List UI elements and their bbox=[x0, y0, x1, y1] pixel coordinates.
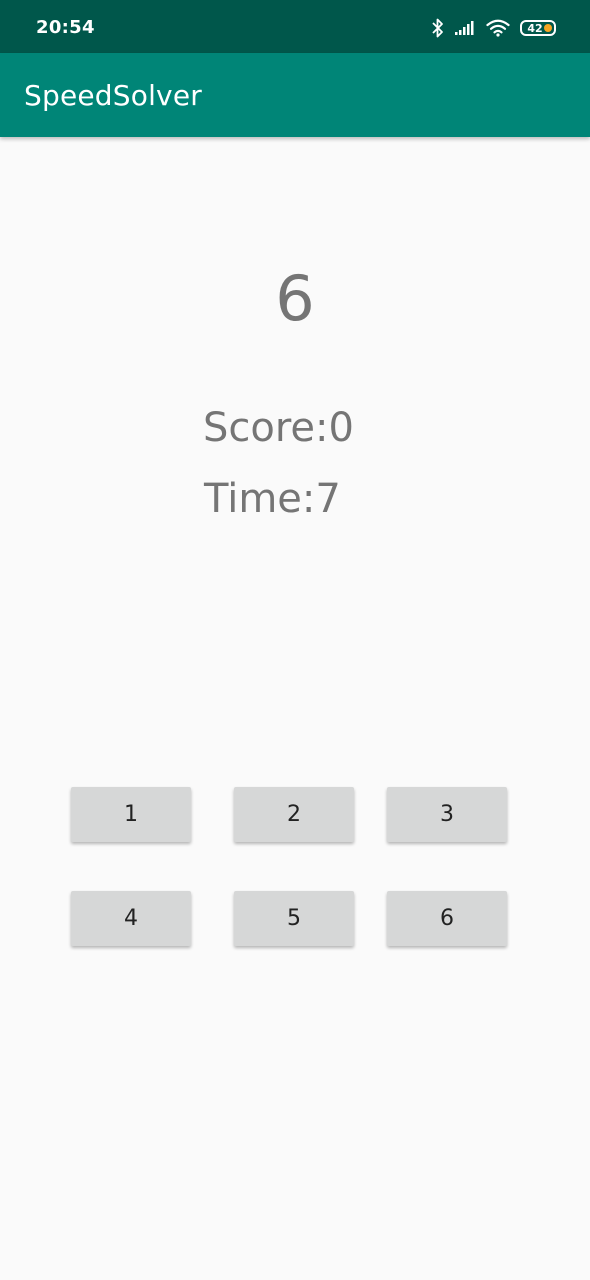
target-number: 6 bbox=[275, 262, 315, 335]
status-icons: 42 bbox=[432, 16, 556, 40]
app-bar: SpeedSolver bbox=[0, 53, 590, 137]
answer-button-2[interactable]: 2 bbox=[234, 787, 354, 842]
battery-icon: 42 bbox=[520, 20, 556, 36]
battery-level: 42 bbox=[527, 21, 543, 35]
answer-button-6[interactable]: 6 bbox=[387, 891, 507, 946]
time-text: Time:7 bbox=[204, 476, 341, 522]
status-bar: 20:54 42 bbox=[0, 0, 590, 53]
answer-button-5[interactable]: 5 bbox=[234, 891, 354, 946]
answer-button-3[interactable]: 3 bbox=[387, 787, 507, 842]
app-title: SpeedSolver bbox=[24, 79, 202, 112]
bluetooth-icon bbox=[432, 18, 444, 38]
signal-icon bbox=[454, 20, 476, 36]
status-time: 20:54 bbox=[36, 17, 95, 38]
score-text: Score:0 bbox=[203, 405, 354, 451]
battery-charge-dot bbox=[544, 24, 552, 32]
wifi-icon bbox=[486, 19, 510, 37]
answer-button-1[interactable]: 1 bbox=[71, 787, 191, 842]
answer-button-4[interactable]: 4 bbox=[71, 891, 191, 946]
